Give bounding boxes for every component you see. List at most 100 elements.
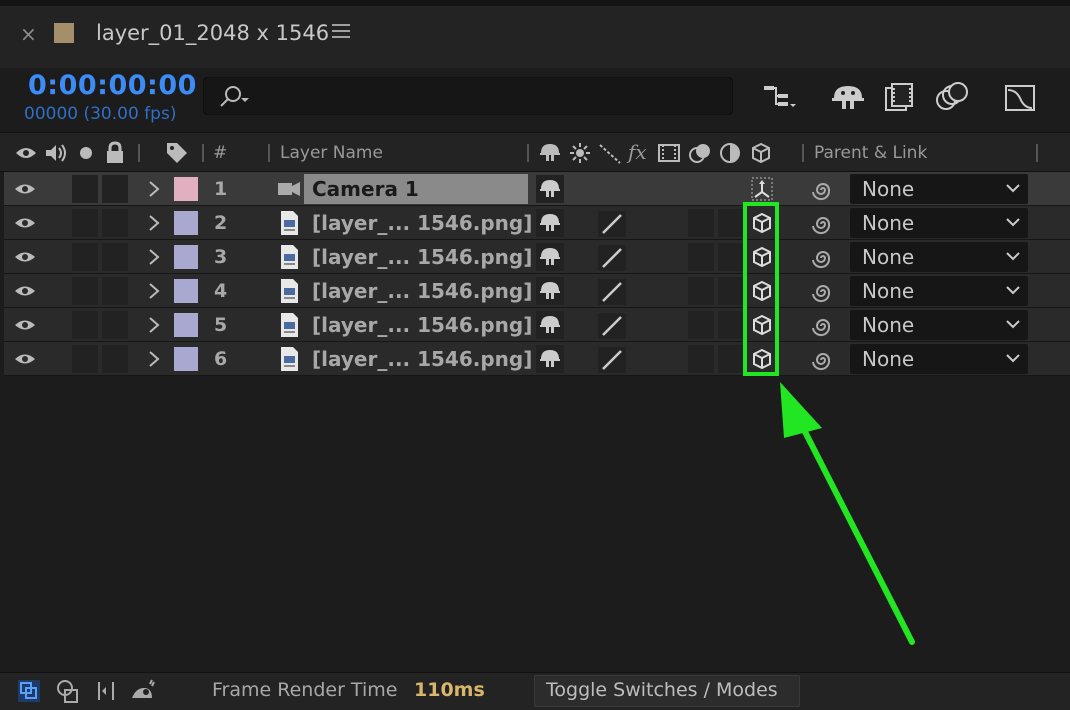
solo-switch[interactable] bbox=[72, 175, 98, 203]
layer-name[interactable]: [layer_... 1546.png] bbox=[312, 245, 532, 269]
shy-switch[interactable] bbox=[536, 311, 564, 339]
layer-row[interactable]: 5 [layer_... 1546.png] None bbox=[4, 308, 1070, 342]
eye-icon[interactable] bbox=[14, 248, 36, 266]
layer-name[interactable]: [layer_... 1546.png] bbox=[312, 211, 532, 235]
quality-switch[interactable] bbox=[598, 313, 626, 339]
eye-icon[interactable] bbox=[14, 282, 36, 300]
motion-blur-switch[interactable] bbox=[688, 243, 714, 271]
quality-switch[interactable] bbox=[598, 279, 626, 305]
close-icon[interactable]: × bbox=[20, 22, 37, 46]
solo-icon[interactable] bbox=[74, 141, 98, 165]
eye-icon[interactable] bbox=[14, 141, 38, 165]
adjustment-switch[interactable] bbox=[718, 311, 744, 339]
chevron-down-icon bbox=[1006, 252, 1020, 261]
quality-switch[interactable] bbox=[598, 211, 626, 237]
frame-blending-icon[interactable] bbox=[880, 80, 920, 114]
layer-row[interactable]: 1 Camera 1 None bbox=[4, 172, 1070, 206]
pickwhip-icon[interactable] bbox=[810, 347, 836, 373]
motion-blur-switch[interactable] bbox=[688, 277, 714, 305]
toggle-switches-modes-button[interactable]: Toggle Switches / Modes bbox=[534, 675, 800, 707]
parent-link-dropdown[interactable]: None bbox=[850, 174, 1028, 204]
shy-switch[interactable] bbox=[536, 209, 564, 237]
adjustment-switch[interactable] bbox=[718, 277, 744, 305]
layer-name[interactable]: [layer_... 1546.png] bbox=[312, 313, 532, 337]
label-color-swatch[interactable] bbox=[174, 245, 198, 269]
twirl-expand-icon[interactable] bbox=[146, 281, 162, 301]
label-color-swatch[interactable] bbox=[174, 347, 198, 371]
twirl-expand-icon[interactable] bbox=[146, 349, 162, 369]
shy-switch[interactable] bbox=[536, 277, 564, 305]
current-time-display[interactable]: 0:00:00:00 bbox=[28, 70, 197, 101]
column-parent-link-header[interactable]: Parent & Link bbox=[814, 143, 927, 163]
label-color-swatch[interactable] bbox=[174, 211, 198, 235]
pickwhip-icon[interactable] bbox=[810, 245, 836, 271]
layer-row[interactable]: 4 [layer_... 1546.png] None bbox=[4, 274, 1070, 308]
solo-switch[interactable] bbox=[72, 243, 98, 271]
parent-link-dropdown[interactable]: None bbox=[850, 344, 1028, 374]
pickwhip-icon[interactable] bbox=[810, 211, 836, 237]
lock-switch[interactable] bbox=[102, 243, 128, 271]
shy-switch[interactable] bbox=[536, 345, 564, 373]
label-color-swatch[interactable] bbox=[174, 313, 198, 337]
shy-icon[interactable] bbox=[828, 80, 868, 114]
layer-name[interactable]: [layer_... 1546.png] bbox=[312, 279, 532, 303]
transfer-controls-toggle-icon[interactable] bbox=[55, 678, 81, 704]
lock-switch[interactable] bbox=[102, 345, 128, 373]
comp-color-swatch bbox=[54, 23, 74, 43]
shy-switch[interactable] bbox=[536, 175, 564, 203]
solo-switch[interactable] bbox=[72, 209, 98, 237]
layer-row[interactable]: 6 [layer_... 1546.png] None bbox=[4, 342, 1070, 376]
chevron-down-icon bbox=[1006, 286, 1020, 295]
motion-blur-icon[interactable] bbox=[932, 80, 972, 114]
twirl-expand-icon[interactable] bbox=[146, 213, 162, 233]
pickwhip-icon[interactable] bbox=[810, 279, 836, 305]
composition-flowchart-icon[interactable] bbox=[760, 80, 800, 114]
eye-icon[interactable] bbox=[14, 214, 36, 232]
twirl-expand-icon[interactable] bbox=[146, 315, 162, 335]
shy-switch[interactable] bbox=[536, 243, 564, 271]
solo-switch[interactable] bbox=[72, 277, 98, 305]
composition-tab-title[interactable]: layer_01_2048 x 1546 bbox=[96, 21, 329, 45]
label-tag-icon[interactable] bbox=[165, 141, 189, 165]
render-time-toggle-icon[interactable] bbox=[130, 678, 156, 704]
lock-switch[interactable] bbox=[102, 209, 128, 237]
eye-icon[interactable] bbox=[14, 180, 36, 198]
column-layer-name-header[interactable]: Layer Name bbox=[280, 143, 383, 163]
adjustment-switch[interactable] bbox=[718, 209, 744, 237]
eye-icon[interactable] bbox=[14, 350, 36, 368]
panel-menu-icon[interactable] bbox=[332, 24, 350, 40]
search-input[interactable] bbox=[203, 77, 733, 115]
label-color-swatch[interactable] bbox=[174, 177, 198, 201]
quality-switch[interactable] bbox=[598, 245, 626, 271]
lock-switch[interactable] bbox=[102, 277, 128, 305]
adjustment-switch[interactable] bbox=[718, 243, 744, 271]
adjustment-switch[interactable] bbox=[718, 345, 744, 373]
layer-name[interactable]: [layer_... 1546.png] bbox=[312, 347, 532, 371]
motion-blur-switch[interactable] bbox=[688, 345, 714, 373]
parent-link-dropdown[interactable]: None bbox=[850, 242, 1028, 272]
eye-icon[interactable] bbox=[14, 316, 36, 334]
audio-icon[interactable] bbox=[44, 141, 68, 165]
graph-editor-icon[interactable] bbox=[1000, 80, 1040, 114]
lock-icon[interactable] bbox=[103, 141, 127, 165]
pickwhip-icon[interactable] bbox=[810, 313, 836, 339]
lock-switch[interactable] bbox=[102, 311, 128, 339]
pickwhip-icon[interactable] bbox=[810, 177, 836, 203]
layer-row[interactable]: 3 [layer_... 1546.png] None bbox=[4, 240, 1070, 274]
twirl-expand-icon[interactable] bbox=[146, 179, 162, 199]
solo-switch[interactable] bbox=[72, 345, 98, 373]
layer-switches-toggle-icon[interactable] bbox=[16, 678, 42, 704]
parent-link-dropdown[interactable]: None bbox=[850, 276, 1028, 306]
parent-link-dropdown[interactable]: None bbox=[850, 208, 1028, 238]
twirl-expand-icon[interactable] bbox=[146, 247, 162, 267]
label-color-swatch[interactable] bbox=[174, 279, 198, 303]
parent-link-dropdown[interactable]: None bbox=[850, 310, 1028, 340]
solo-switch[interactable] bbox=[72, 311, 98, 339]
layer-row[interactable]: 2 [layer_... 1546.png] None bbox=[4, 206, 1070, 240]
motion-blur-switch[interactable] bbox=[688, 311, 714, 339]
in-out-toggle-icon[interactable] bbox=[93, 678, 119, 704]
layer-name[interactable]: Camera 1 bbox=[304, 174, 528, 204]
quality-switch[interactable] bbox=[598, 347, 626, 373]
motion-blur-switch[interactable] bbox=[688, 209, 714, 237]
lock-switch[interactable] bbox=[102, 175, 128, 203]
